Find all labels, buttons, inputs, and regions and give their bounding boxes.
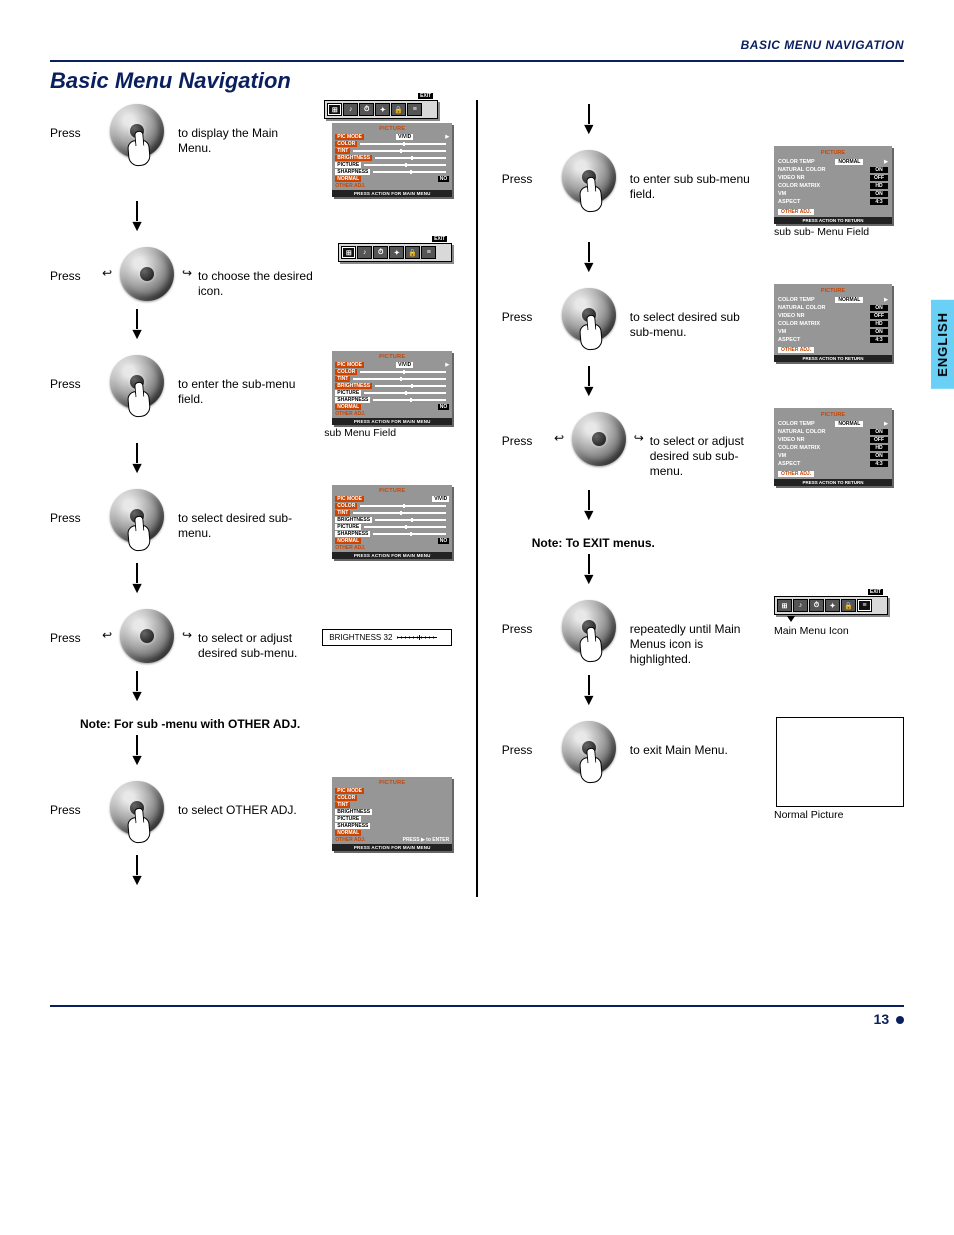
- osd-caption: sub sub- Menu Field: [774, 226, 904, 238]
- osd-menu-bar: ⊞♪⏱✦🔒≡: [774, 596, 888, 615]
- press-label: Press: [502, 284, 548, 324]
- press-label: Press: [50, 605, 96, 645]
- osd-icon: ⊞: [327, 103, 342, 116]
- header-section: BASIC MENU NAVIGATION: [741, 38, 904, 52]
- down-arrow-icon: ▼: [102, 563, 172, 599]
- osd-caption: sub Menu Field: [324, 427, 452, 439]
- step-instruction: to select or adjust desired sub-menu.: [198, 605, 302, 661]
- osd-caption: Main Menu Icon: [774, 625, 904, 637]
- press-label: Press: [50, 243, 96, 283]
- osd-icon: ≡: [407, 103, 422, 116]
- press-label: Press: [502, 408, 548, 448]
- down-arrow-icon: ▼: [554, 675, 624, 711]
- osd-menu-bar: ⊞♪⏱✦🔒≡: [338, 243, 452, 262]
- note-other-adj: Note: For sub -menu with OTHER ADJ.: [80, 717, 452, 731]
- page-title: Basic Menu Navigation: [50, 68, 904, 94]
- down-arrow-icon: ▼: [102, 443, 172, 479]
- osd-other-menu: PICTURE COLOR TEMPNORMAL▶ NATURAL COLORO…: [774, 408, 892, 486]
- osd-caption: Normal Picture: [774, 809, 904, 821]
- press-label: Press: [502, 717, 548, 757]
- down-arrow-icon: ▼: [554, 554, 624, 590]
- finger-icon: [127, 390, 151, 418]
- down-arrow-icon: ▼: [102, 671, 172, 707]
- osd-icon: ✦: [375, 103, 390, 116]
- column-divider: [476, 100, 478, 897]
- down-arrow-icon: ▼: [102, 855, 172, 891]
- down-arrow-icon: ▼: [554, 242, 624, 278]
- press-label: Press: [50, 777, 96, 817]
- slider-value: 32: [384, 633, 393, 642]
- osd-picture-menu: PICTURE PIC MODEVIVID▶ COLOR TINT BRIGHT…: [332, 123, 452, 197]
- footer-dot-icon: [896, 1016, 904, 1024]
- osd-icon: ⏱: [359, 103, 374, 116]
- page-number: 13: [874, 1011, 890, 1027]
- arrow-left-icon: ↪: [554, 432, 564, 444]
- press-label: Press: [50, 100, 96, 140]
- osd-picture-menu: PICTURE PIC MODEVIVID▶ COLOR TINT BRIGHT…: [332, 351, 452, 425]
- step-instruction: repeatedly until Main Menus icon is high…: [630, 596, 764, 667]
- finger-icon: [579, 635, 603, 663]
- arrow-right-icon: ↪: [182, 629, 192, 641]
- press-label: Press: [502, 596, 548, 636]
- step-instruction: to select desired sub-menu.: [178, 485, 314, 541]
- page-footer: 13: [50, 1005, 904, 1027]
- osd-footer: PRESS ACTION FOR MAIN MENU: [332, 190, 452, 197]
- step-instruction: to display the Main Menu.: [178, 100, 314, 156]
- blank-screen: [776, 717, 904, 807]
- arrow-left-icon: ↪: [102, 629, 112, 641]
- down-arrow-icon: ▼: [554, 366, 624, 402]
- finger-icon: [579, 756, 603, 784]
- step-instruction: to enter sub sub-menu field.: [630, 146, 764, 202]
- down-arrow-icon: ▼: [102, 309, 172, 345]
- osd-header: PICTURE: [335, 126, 449, 132]
- step-instruction: to select or adjust desired sub sub-menu…: [650, 408, 764, 479]
- osd-menu-bar: ⊞ ♪ ⏱ ✦ 🔒 ≡: [324, 100, 438, 119]
- step-instruction: to enter the sub-menu field.: [178, 351, 314, 407]
- down-arrow-icon: ▼: [554, 490, 624, 526]
- osd-other-menu: PICTURE COLOR TEMPNORMAL▶ NATURAL COLORO…: [774, 146, 892, 224]
- dial-icon: [120, 247, 174, 301]
- note-exit-menus: Note: To EXIT menus.: [532, 536, 904, 550]
- arrow-right-icon: ↪: [182, 267, 192, 279]
- step-instruction: to choose the desired icon.: [198, 243, 328, 299]
- finger-icon: [579, 323, 603, 351]
- arrow-left-icon: ↪: [102, 267, 112, 279]
- step-instruction: to exit Main Menu.: [630, 717, 764, 758]
- dial-icon: [572, 412, 626, 466]
- osd-picture-menu: PICTURE PIC MODE COLOR TINT BRIGHTNESS P…: [332, 777, 452, 851]
- right-column: ▼ Press to enter sub sub-menu field. PIC: [502, 100, 904, 897]
- finger-icon: [127, 139, 151, 167]
- down-arrow-icon: ▼: [102, 735, 172, 771]
- finger-icon: [579, 185, 603, 213]
- down-arrow-icon: ▼: [102, 201, 172, 237]
- press-label: Press: [50, 485, 96, 525]
- brightness-slider: BRIGHTNESS 32: [322, 629, 452, 646]
- step-instruction: to select OTHER ADJ.: [178, 777, 314, 818]
- arrow-right-icon: ↪: [634, 432, 644, 444]
- page-content: BASIC MENU NAVIGATION Basic Menu Navigat…: [50, 60, 904, 897]
- left-column: Press to display the Main Menu. ⊞ ♪ ⏱ ✦: [50, 100, 452, 897]
- slider-label: BRIGHTNESS: [329, 633, 381, 642]
- finger-icon: [127, 524, 151, 552]
- press-label: Press: [50, 351, 96, 391]
- osd-icon: 🔒: [391, 103, 406, 116]
- dial-icon: [120, 609, 174, 663]
- press-label: Press: [502, 146, 548, 186]
- osd-icon: ♪: [343, 103, 358, 116]
- osd-other-menu: PICTURE COLOR TEMPNORMAL▶ NATURAL COLORO…: [774, 284, 892, 362]
- finger-icon: [127, 816, 151, 844]
- down-arrow-icon: ▼: [554, 104, 624, 140]
- step-instruction: to select desired sub sub-menu.: [630, 284, 764, 340]
- osd-picture-menu: PICTURE PIC MODEVIVID COLOR TINT BRIGHTN…: [332, 485, 452, 559]
- language-tab: ENGLISH: [931, 300, 954, 389]
